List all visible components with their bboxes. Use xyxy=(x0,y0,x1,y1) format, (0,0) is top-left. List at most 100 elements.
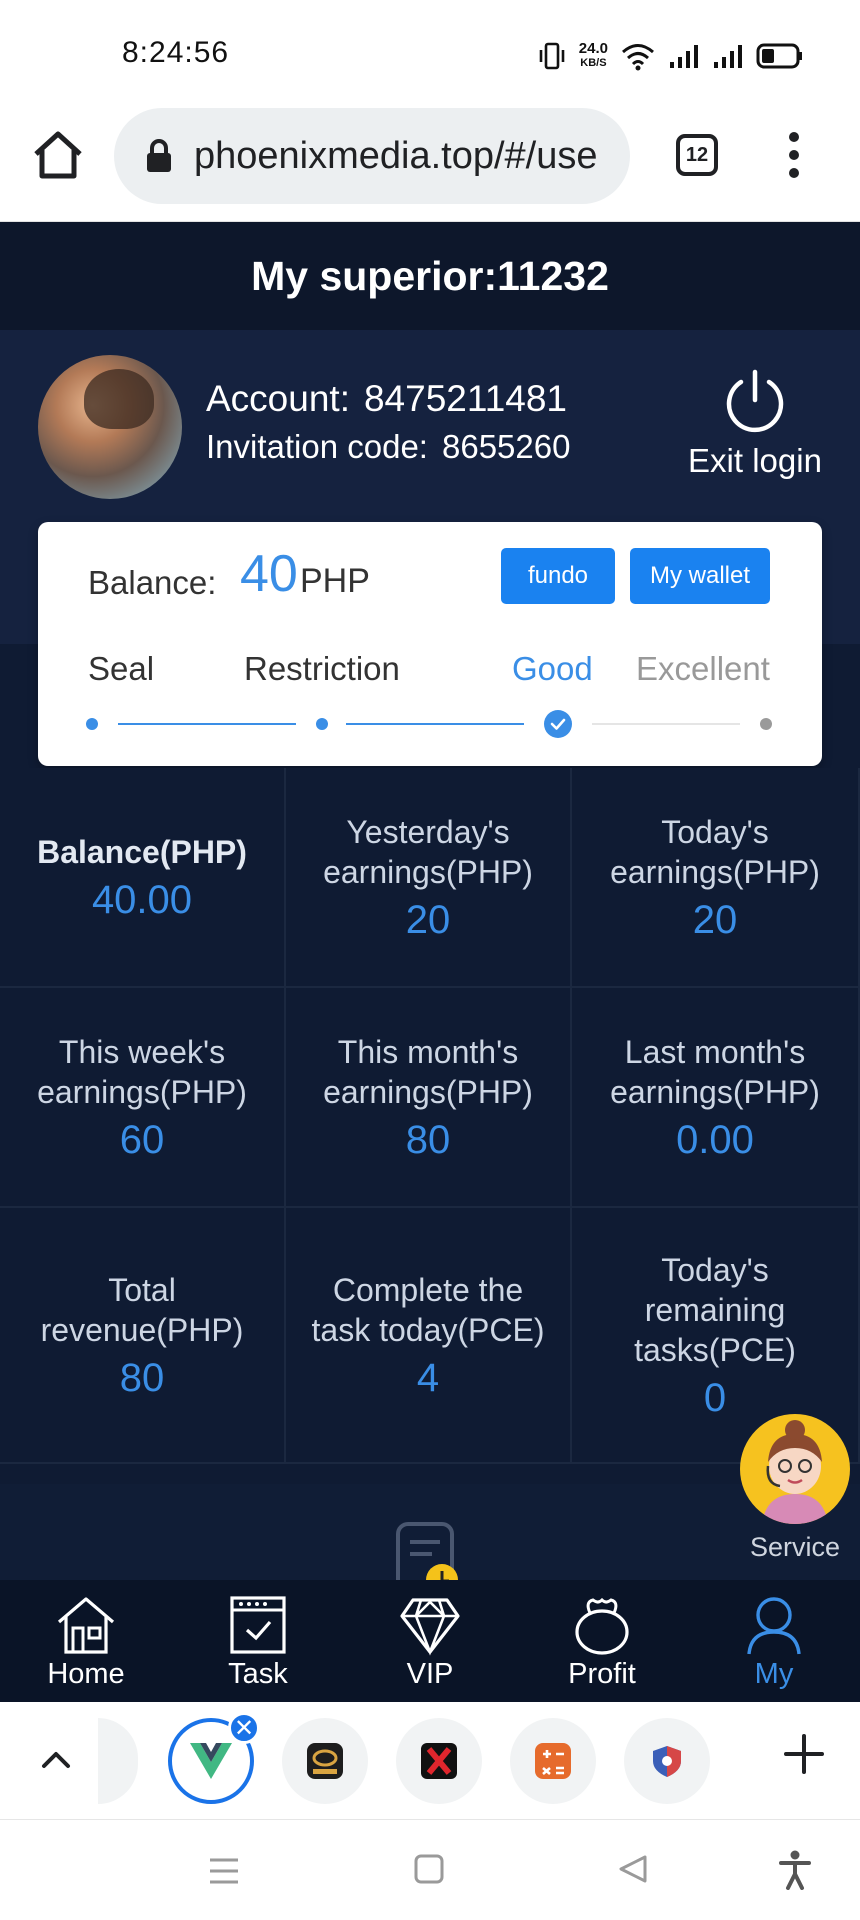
system-navigation-bar xyxy=(0,1820,860,1920)
level-track-2 xyxy=(346,723,524,725)
shield-icon xyxy=(653,1746,681,1777)
customer-service-button[interactable]: Service xyxy=(740,1414,850,1563)
status-icons: 24.0 KB/S xyxy=(537,36,804,76)
power-icon xyxy=(726,369,784,433)
stat-value: 0 xyxy=(703,1375,727,1420)
stat-label: Complete the task today(PCE) xyxy=(311,1271,545,1348)
stat-label: Yesterday's earnings(PHP) xyxy=(323,813,533,890)
level-good: Good xyxy=(512,650,593,687)
stat-month-earnings: This month's earnings(PHP) 80 xyxy=(286,988,572,1208)
network-speed: 24.0 KB/S xyxy=(578,40,608,70)
stat-label: Last month's earnings(PHP) xyxy=(610,1033,820,1110)
status-time: 8:24:56 xyxy=(122,36,230,69)
stat-value: 80 xyxy=(119,1355,165,1400)
home-icon[interactable] xyxy=(30,128,86,184)
lock-icon xyxy=(147,139,171,172)
tab-task-label: Task xyxy=(228,1658,288,1690)
level-dot-excellent xyxy=(760,718,772,730)
stat-today-earnings: Today's earnings(PHP) 20 xyxy=(572,768,860,988)
person-icon xyxy=(747,1597,801,1655)
stat-value: 80 xyxy=(405,1117,451,1162)
balance-card: Balance: 40 PHP fundo My wallet Seal Res… xyxy=(38,522,822,766)
accessibility-icon[interactable] xyxy=(778,1850,812,1890)
tab-switcher-button[interactable]: 12 xyxy=(676,134,718,176)
tab-vip-label: VIP xyxy=(406,1658,454,1690)
stat-label: Balance(PHP) xyxy=(37,833,247,870)
level-dot-restriction xyxy=(316,718,328,730)
home-icon xyxy=(57,1597,115,1654)
vibrate-icon xyxy=(539,42,565,70)
stat-value: 40.00 xyxy=(91,877,193,922)
service-label: Service xyxy=(749,1532,841,1562)
tab-profit[interactable]: Profit xyxy=(516,1580,688,1702)
x-logo-icon xyxy=(421,1743,457,1779)
invitation-value: 8655260 xyxy=(441,428,571,465)
battery-icon xyxy=(756,43,802,69)
balance-label: Balance: xyxy=(88,564,217,601)
stat-yesterday-earnings: Yesterday's earnings(PHP) 20 xyxy=(286,768,572,988)
network-speed-unit: KB/S xyxy=(580,57,607,69)
tab-home[interactable]: Home xyxy=(0,1580,172,1702)
account-line: Account: 8475211481 xyxy=(206,378,567,420)
exit-login-button[interactable]: Exit login xyxy=(680,368,830,480)
account-value: 8475211481 xyxy=(363,378,568,419)
calculator-icon xyxy=(535,1743,571,1779)
tab-my-label: My xyxy=(754,1658,794,1690)
stat-complete-task-today: Complete the task today(PCE) 4 xyxy=(286,1208,572,1464)
tab-my[interactable]: My xyxy=(688,1580,860,1702)
freecat-icon xyxy=(307,1743,343,1779)
tab-favicon-vue[interactable]: ✕ xyxy=(168,1712,260,1804)
stat-value: 20 xyxy=(405,897,451,942)
new-tab-icon[interactable] xyxy=(782,1732,826,1776)
tab-favicon-calculator[interactable] xyxy=(510,1718,596,1804)
home-square-icon[interactable] xyxy=(414,1854,444,1884)
level-restriction: Restriction xyxy=(244,650,400,687)
stat-value: 20 xyxy=(692,897,738,942)
address-bar[interactable]: phoenixmedia.top/#/use xyxy=(114,108,630,204)
tab-home-label: Home xyxy=(47,1658,125,1690)
stat-last-month-earnings: Last month's earnings(PHP) 0.00 xyxy=(572,988,860,1208)
level-check-icon xyxy=(544,710,572,738)
back-icon[interactable] xyxy=(618,1854,648,1884)
chevron-up-icon[interactable] xyxy=(38,1742,74,1778)
exit-login-label: Exit login xyxy=(688,442,822,479)
signal-icon-2 xyxy=(714,45,742,68)
service-agent-icon xyxy=(740,1414,850,1524)
stats-grid: Balance(PHP) 40.00 Yesterday's earnings(… xyxy=(0,768,860,1464)
avatar[interactable] xyxy=(38,355,182,499)
task-icon xyxy=(230,1596,286,1654)
stat-label: Today's remaining tasks(PCE) xyxy=(634,1251,796,1368)
diamond-icon xyxy=(400,1598,460,1656)
recent-apps-icon[interactable] xyxy=(208,1856,240,1886)
balance-unit: PHP xyxy=(300,562,370,600)
vue-logo-icon xyxy=(190,1743,232,1779)
invitation-label: Invitation code: xyxy=(206,428,428,465)
invitation-line: Invitation code: 8655260 xyxy=(206,428,570,466)
tab-favicon-freecat[interactable] xyxy=(282,1718,368,1804)
tab-favicon-x[interactable] xyxy=(396,1718,482,1804)
stat-label: This month's earnings(PHP) xyxy=(323,1033,533,1110)
close-tab-icon[interactable]: ✕ xyxy=(228,1712,260,1744)
status-bar: 8:24:56 24.0 KB/S xyxy=(0,0,860,100)
tab-vip[interactable]: VIP xyxy=(344,1580,516,1702)
stat-label: This week's earnings(PHP) xyxy=(37,1033,247,1110)
fundo-button[interactable]: fundo xyxy=(501,548,615,604)
tab-task[interactable]: Task xyxy=(172,1580,344,1702)
tab-favicon-partial[interactable] xyxy=(98,1718,138,1804)
more-menu-icon[interactable] xyxy=(776,130,812,180)
signal-icon xyxy=(670,45,698,68)
stat-week-earnings: This week's earnings(PHP) 60 xyxy=(0,988,286,1208)
browser-tab-strip: ✕ xyxy=(0,1702,860,1820)
tab-favicon-shield[interactable] xyxy=(624,1718,710,1804)
level-track-1 xyxy=(118,723,296,725)
my-wallet-button[interactable]: My wallet xyxy=(630,548,770,604)
page-content: My superior:11232 Account: 8475211481 Inv… xyxy=(0,222,860,1702)
stat-balance: Balance(PHP) 40.00 xyxy=(0,768,286,988)
stat-value: 4 xyxy=(416,1355,440,1400)
level-seal: Seal xyxy=(88,650,155,687)
balance-value: 40 xyxy=(240,545,298,603)
url-text[interactable]: phoenixmedia.top/#/use xyxy=(194,135,598,178)
wifi-icon xyxy=(622,44,654,71)
stat-label: Total revenue(PHP) xyxy=(40,1271,244,1348)
network-speed-value: 24.0 xyxy=(578,40,608,57)
